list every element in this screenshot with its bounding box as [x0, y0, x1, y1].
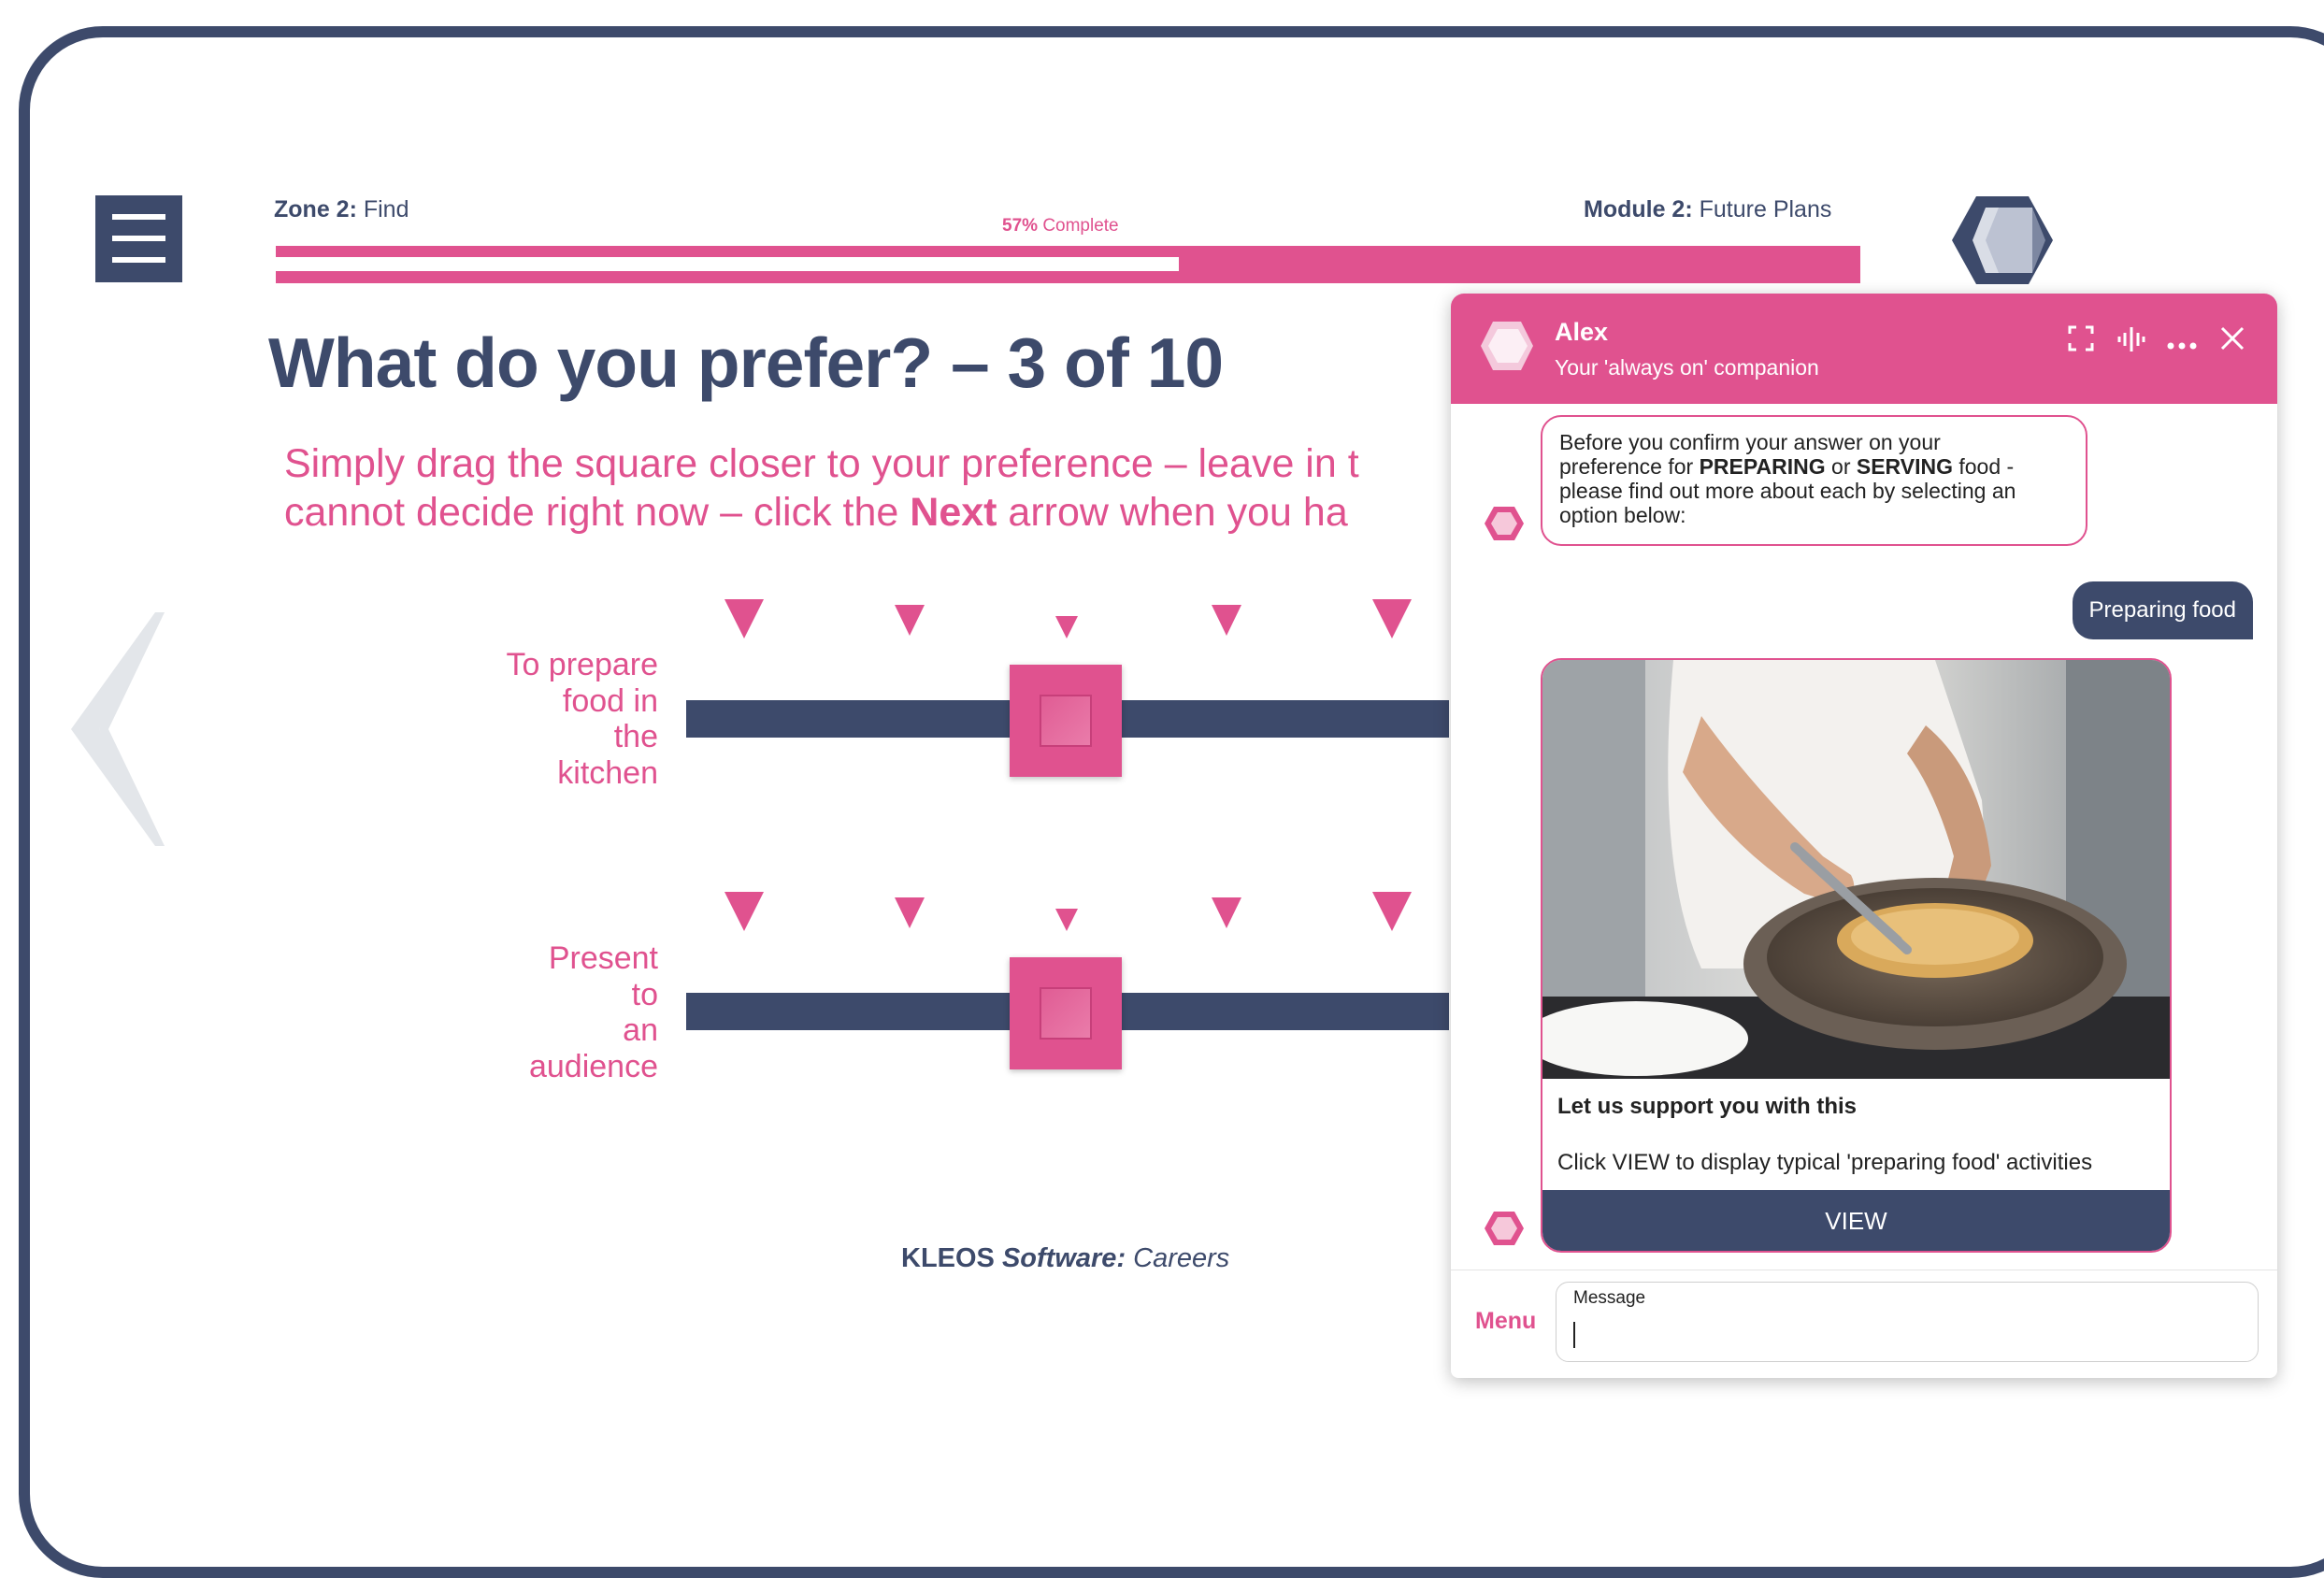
bot-text: food - — [1952, 454, 2015, 479]
close-icon[interactable] — [2216, 325, 2249, 359]
slider-handle[interactable] — [1010, 957, 1122, 1069]
module-indicator: Module 2: Future Plans — [1584, 196, 1831, 223]
preference-marker-icon — [1372, 892, 1412, 931]
label-line: an — [623, 1012, 658, 1048]
bot-avatar-small-icon — [1485, 1212, 1524, 1245]
message-input[interactable]: Message — [1556, 1282, 2259, 1362]
label-line: audience — [528, 1048, 658, 1084]
label-line: To prepare — [506, 647, 658, 682]
bot-text-bold: PREPARING — [1699, 454, 1826, 479]
preference-marker-icon — [724, 599, 764, 638]
menu-bar — [112, 214, 165, 220]
progress-complete-text: Complete — [1042, 216, 1119, 236]
module-value: Future Plans — [1699, 196, 1832, 222]
bot-text: or — [1825, 454, 1857, 479]
chat-widget: Alex Your 'always on' companion Before y… — [1451, 294, 2277, 1378]
voice-icon[interactable] — [2115, 325, 2148, 359]
expand-icon[interactable] — [2064, 325, 2098, 359]
chat-header: Alex Your 'always on' companion — [1451, 294, 2277, 404]
bot-text-bold: SERVING — [1856, 454, 1953, 479]
chat-menu-button[interactable]: Menu — [1475, 1308, 1536, 1335]
module-label: Module 2: — [1584, 196, 1693, 222]
bot-avatar-icon — [1481, 322, 1533, 370]
hexagon-logo-icon — [1952, 196, 2053, 284]
label-line: the — [613, 719, 658, 754]
instruction-line-1: Simply drag the square closer to your pr… — [284, 441, 1359, 486]
preference-marker-icon — [1212, 897, 1241, 928]
agent-subtitle: Your 'always on' companion — [1555, 355, 1819, 380]
message-input-label: Message — [1573, 1288, 1646, 1308]
zone-indicator: Zone 2: Find — [274, 196, 409, 223]
progress-label: 57% Complete — [1002, 216, 1119, 237]
chat-footer: Menu Message — [1451, 1270, 2277, 1378]
preference-marker-icon — [724, 892, 764, 931]
brand-software: Software: — [1001, 1243, 1126, 1273]
view-button[interactable]: VIEW — [1542, 1190, 2170, 1251]
instruction-text: arrow when you ha — [997, 490, 1348, 535]
user-message-bubble: Preparing food — [2072, 581, 2253, 639]
preference-marker-icon — [895, 897, 925, 928]
preference-marker-icon — [1055, 616, 1078, 638]
slider-handle-inner — [1040, 695, 1092, 747]
more-icon[interactable] — [2165, 325, 2199, 359]
slider-handle-inner — [1040, 987, 1092, 1040]
label-line: food in — [562, 682, 658, 719]
zone-value: Find — [363, 196, 409, 222]
footer-brand: KLEOS Software: Careers — [901, 1243, 1229, 1274]
preference-marker-icon — [1212, 605, 1241, 636]
slider-label-present: Present to an audience — [378, 940, 658, 1084]
progress-fill — [276, 257, 1180, 271]
label-line: Present — [548, 940, 658, 976]
menu-bar — [112, 257, 165, 263]
hamburger-menu-button[interactable] — [95, 195, 182, 282]
bot-avatar-small-icon — [1485, 507, 1524, 540]
brand-name: KLEOS — [901, 1243, 995, 1273]
bot-message-line: Before you confirm your answer on your — [1559, 430, 1941, 454]
instruction-line-2: cannot decide right now – click the Next… — [284, 488, 1453, 537]
support-card: Let us support you with this Click VIEW … — [1541, 658, 2172, 1253]
instruction-text: cannot decide right now – click the — [284, 490, 911, 535]
preference-marker-icon — [1055, 909, 1078, 931]
label-line: kitchen — [557, 754, 658, 791]
agent-name: Alex — [1555, 318, 1609, 346]
brand-careers: Careers — [1126, 1243, 1230, 1273]
back-arrow-button[interactable] — [71, 612, 165, 846]
bot-text: preference for — [1559, 454, 1700, 479]
progress-bar — [276, 246, 1860, 283]
slider-label-prepare: To prepare food in the kitchen — [378, 647, 658, 791]
cooking-photo — [1542, 660, 2170, 1079]
preference-marker-icon — [1372, 599, 1412, 638]
card-title: Let us support you with this — [1557, 1094, 1857, 1119]
bot-message-line: preference for PREPARING or SERVING food… — [1559, 454, 2069, 479]
next-keyword: Next — [910, 490, 997, 535]
bot-message-line: option below: — [1559, 503, 1686, 527]
menu-bar — [112, 236, 165, 241]
zone-label: Zone 2: — [274, 196, 357, 222]
preference-marker-icon — [895, 605, 925, 636]
label-line: to — [631, 976, 658, 1012]
bot-message-line: please find out more about each by selec… — [1559, 479, 2016, 503]
text-cursor — [1573, 1322, 1575, 1348]
bot-message-bubble: Before you confirm your answer on your p… — [1541, 415, 2087, 546]
progress-percent: 57% — [1002, 216, 1039, 236]
card-text: Click VIEW to display typical 'preparing… — [1557, 1150, 2093, 1175]
slider-handle[interactable] — [1010, 665, 1122, 777]
instructions-text: Simply drag the square closer to your pr… — [284, 439, 1453, 537]
page-title: What do you prefer? – 3 of 10 — [268, 323, 1224, 402]
